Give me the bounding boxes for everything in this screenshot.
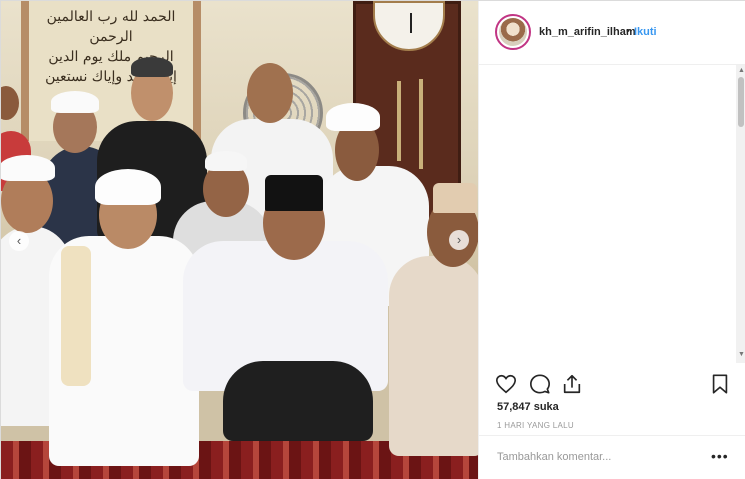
like-count[interactable]: 57,847 suka [497,401,559,413]
comment-input[interactable] [497,451,697,463]
add-comment-bar: ••• [479,435,745,479]
avatar[interactable] [495,14,531,50]
bookmark-icon[interactable] [709,373,731,395]
comments-area[interactable] [479,65,737,365]
username-link[interactable]: kh_m_arifin_ilham [539,26,636,38]
scroll-up-icon[interactable]: ▲ [738,67,745,74]
instagram-post: الحمد لله رب العالمين الرحمن الرحيم ملك … [0,0,745,479]
chevron-right-icon: › [456,232,462,247]
comment-icon[interactable] [529,373,551,395]
share-icon[interactable] [561,373,583,395]
clock-pendulum [419,79,423,169]
next-photo-button[interactable]: › [449,230,469,250]
scrollbar-thumb[interactable] [738,77,744,127]
post-header: kh_m_arifin_ilham • Ikuti [479,1,745,65]
more-options-icon[interactable]: ••• [711,448,729,464]
comments-scrollbar[interactable]: ▲ ▼ [736,65,745,363]
post-timestamp[interactable]: 1 HARI YANG LALU [497,421,574,430]
post-photo[interactable]: الحمد لله رب العالمين الرحمن الرحيم ملك … [1,1,478,479]
previous-photo-button[interactable]: ‹ [9,231,29,251]
action-bar [479,365,745,401]
chevron-left-icon: ‹ [16,233,22,248]
scroll-down-icon[interactable]: ▼ [738,351,745,358]
clock-pendulum [397,81,401,161]
heart-icon[interactable] [495,373,517,395]
separator-dot: • [626,25,630,37]
follow-button[interactable]: Ikuti [634,26,657,38]
calligraphy-panel: الحمد لله رب العالمين الرحمن الرحيم ملك … [21,1,201,141]
post-sidebar: kh_m_arifin_ilham • Ikuti ▲ ▼ 57,847 suk [478,1,745,479]
calligraphy-line: الحمد لله رب العالمين الرحمن [46,9,176,45]
